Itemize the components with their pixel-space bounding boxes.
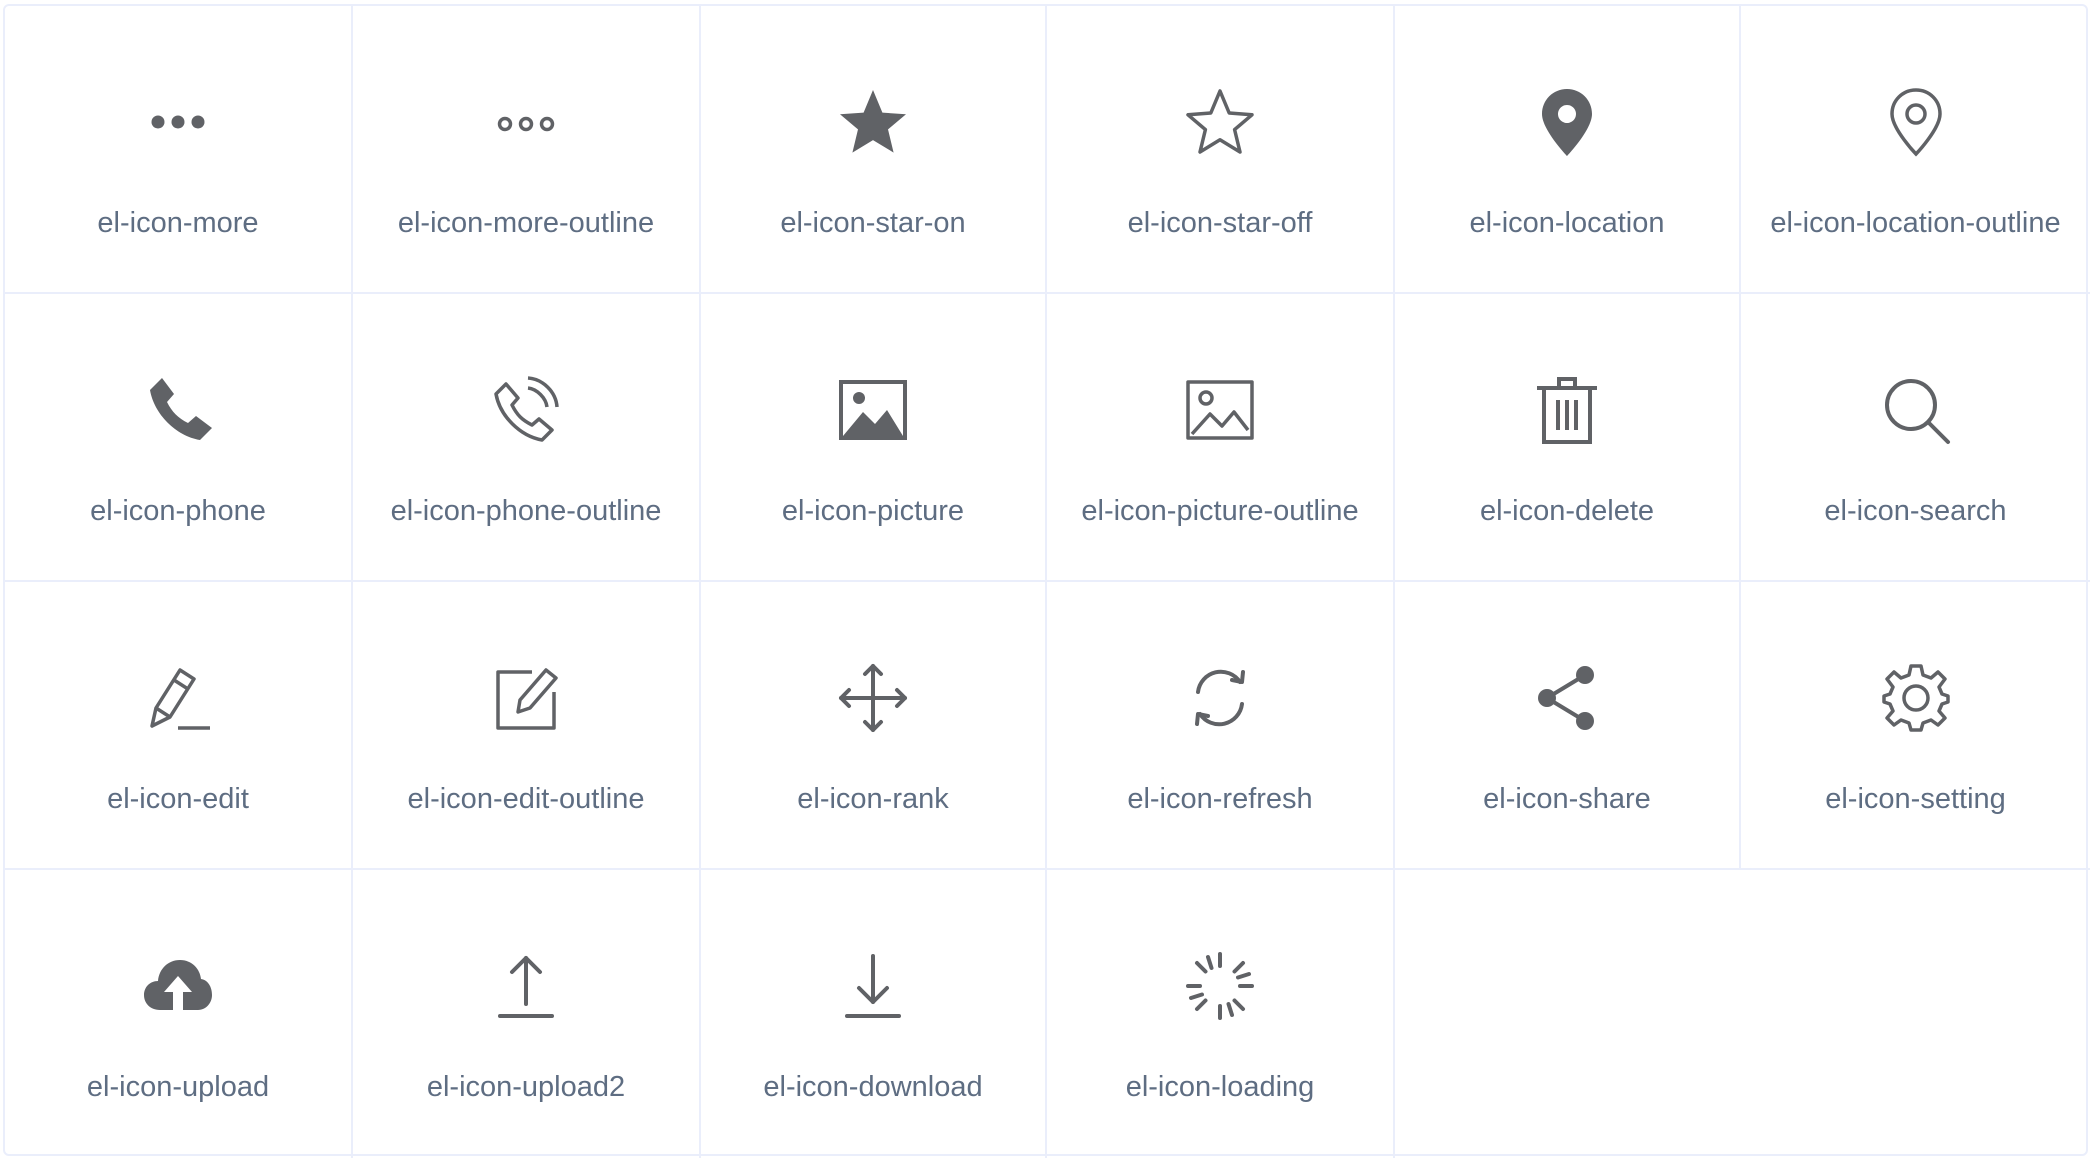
icon-cell-location-outline[interactable]: el-icon-location-outline xyxy=(1741,6,2090,294)
icon-cell-download[interactable]: el-icon-download xyxy=(701,870,1047,1158)
icon-label: el-icon-search xyxy=(1824,495,2007,527)
icon-label: el-icon-picture xyxy=(781,495,965,527)
delete-icon xyxy=(1531,374,1603,446)
icon-cell-upload2[interactable]: el-icon-upload2 xyxy=(353,870,701,1158)
star-off-icon xyxy=(1184,86,1256,158)
icon-cell-star-on[interactable]: el-icon-star-on xyxy=(701,6,1047,294)
empty-cell xyxy=(1395,870,1741,1158)
icon-label: el-icon-edit-outline xyxy=(407,783,645,815)
icon-label: el-icon-setting xyxy=(1825,783,2006,815)
icon-label: el-icon-edit xyxy=(107,783,249,815)
icon-label: el-icon-more xyxy=(97,207,259,239)
refresh-icon xyxy=(1184,662,1256,734)
icon-cell-phone[interactable]: el-icon-phone xyxy=(5,294,353,582)
setting-icon xyxy=(1880,662,1952,734)
icon-label: el-icon-phone xyxy=(90,495,266,527)
upload2-icon xyxy=(490,950,562,1022)
icon-cell-search[interactable]: el-icon-search xyxy=(1741,294,2090,582)
rank-icon xyxy=(837,662,909,734)
icon-cell-edit-outline[interactable]: el-icon-edit-outline xyxy=(353,582,701,870)
search-icon xyxy=(1880,374,1952,446)
phone-icon xyxy=(142,374,214,446)
icon-label: el-icon-upload2 xyxy=(426,1071,626,1103)
loading-icon xyxy=(1184,950,1256,1022)
download-icon xyxy=(837,950,909,1022)
icon-cell-upload[interactable]: el-icon-upload xyxy=(5,870,353,1158)
star-on-icon xyxy=(837,86,909,158)
icon-cell-picture[interactable]: el-icon-picture xyxy=(701,294,1047,582)
icon-cell-more[interactable]: el-icon-more xyxy=(5,6,353,294)
icon-label: el-icon-star-on xyxy=(780,207,966,239)
icon-label: el-icon-upload xyxy=(86,1071,270,1103)
more-icon xyxy=(142,86,214,158)
icon-cell-share[interactable]: el-icon-share xyxy=(1395,582,1741,870)
phone-outline-icon xyxy=(490,374,562,446)
icon-cell-setting[interactable]: el-icon-setting xyxy=(1741,582,2090,870)
icon-label: el-icon-download xyxy=(763,1071,983,1103)
icon-label: el-icon-phone-outline xyxy=(390,495,662,527)
picture-outline-icon xyxy=(1184,374,1256,446)
icon-cell-loading[interactable]: el-icon-loading xyxy=(1047,870,1395,1158)
icon-cell-location[interactable]: el-icon-location xyxy=(1395,6,1741,294)
icon-cell-edit[interactable]: el-icon-edit xyxy=(5,582,353,870)
location-icon xyxy=(1531,86,1603,158)
icon-cell-picture-outline[interactable]: el-icon-picture-outline xyxy=(1047,294,1395,582)
edit-outline-icon xyxy=(490,662,562,734)
icon-label: el-icon-more-outline xyxy=(397,207,655,239)
icon-cell-more-outline[interactable]: el-icon-more-outline xyxy=(353,6,701,294)
icon-cell-refresh[interactable]: el-icon-refresh xyxy=(1047,582,1395,870)
upload-icon xyxy=(142,950,214,1022)
icon-label: el-icon-share xyxy=(1483,783,1651,815)
location-outline-icon xyxy=(1880,86,1952,158)
icon-label: el-icon-refresh xyxy=(1127,783,1313,815)
icon-label: el-icon-star-off xyxy=(1127,207,1313,239)
icon-label: el-icon-loading xyxy=(1125,1071,1315,1103)
icon-cell-phone-outline[interactable]: el-icon-phone-outline xyxy=(353,294,701,582)
icon-grid: el-icon-more el-icon-more-outline el-ico… xyxy=(3,4,2090,1158)
icon-label: el-icon-location-outline xyxy=(1770,207,2061,239)
empty-cell xyxy=(1741,870,2090,1158)
icon-label: el-icon-rank xyxy=(797,783,949,815)
picture-icon xyxy=(837,374,909,446)
icon-cell-delete[interactable]: el-icon-delete xyxy=(1395,294,1741,582)
icon-cell-rank[interactable]: el-icon-rank xyxy=(701,582,1047,870)
icon-label: el-icon-location xyxy=(1469,207,1665,239)
icon-label: el-icon-delete xyxy=(1479,495,1655,527)
icon-label: el-icon-picture-outline xyxy=(1081,495,1359,527)
share-icon xyxy=(1531,662,1603,734)
more-outline-icon xyxy=(490,86,562,158)
icon-cell-star-off[interactable]: el-icon-star-off xyxy=(1047,6,1395,294)
edit-icon xyxy=(142,662,214,734)
